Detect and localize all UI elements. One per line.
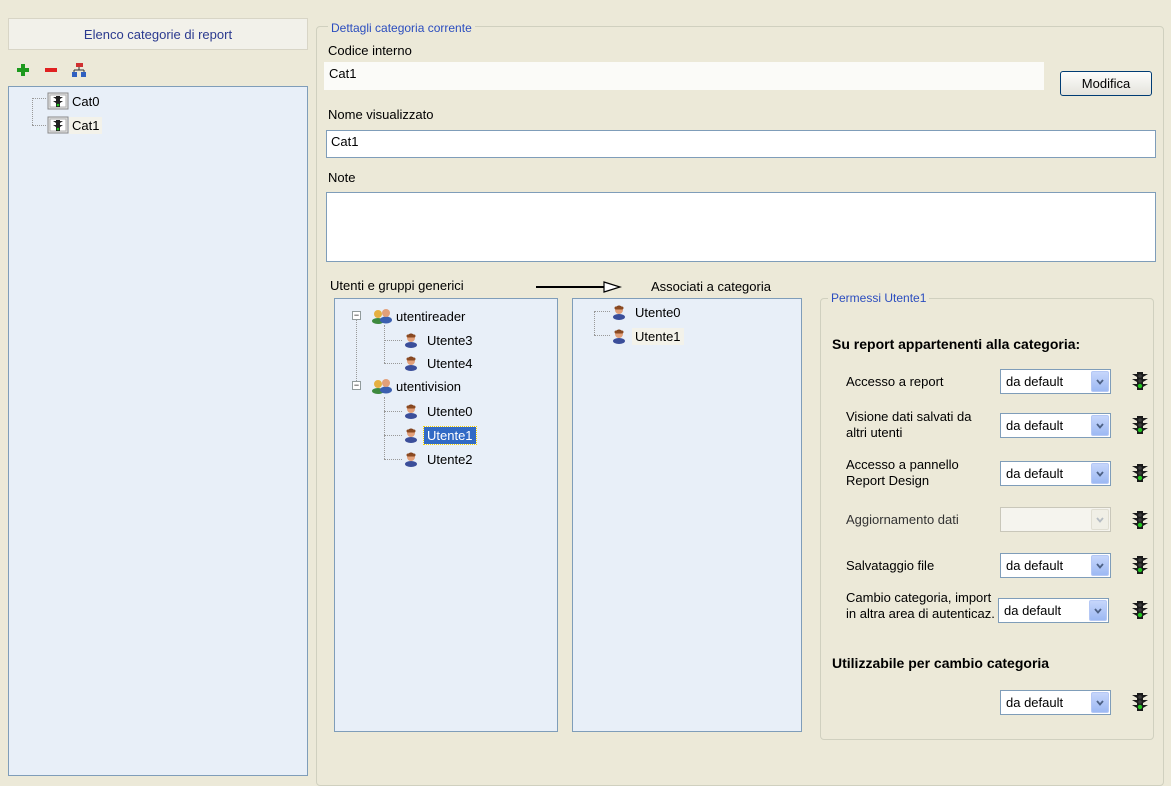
- user-label: Utente0: [427, 403, 473, 419]
- category-toolbar: [14, 58, 88, 82]
- user-icon: [403, 451, 419, 467]
- permissions-legend: Permessi Utente1: [828, 291, 930, 305]
- select-value: da default: [1006, 695, 1064, 710]
- notes-label: Note: [328, 170, 356, 185]
- display-name-label: Nome visualizzato: [328, 107, 434, 122]
- select-value: da default: [1006, 466, 1064, 481]
- chevron-down-icon[interactable]: [1091, 415, 1109, 436]
- category-icon: [47, 92, 69, 110]
- category-list-header: Elenco categorie di report: [8, 18, 308, 50]
- user-icon: [403, 403, 419, 419]
- group-icon: [371, 308, 393, 324]
- permission-select[interactable]: da default: [1000, 369, 1111, 394]
- permission-label: Aggiornamento dati: [846, 512, 959, 527]
- arrow-right-icon: [536, 281, 623, 293]
- user-icon: [403, 332, 419, 348]
- traffic-light-icon[interactable]: [1130, 370, 1150, 392]
- change-category-title: Utilizzabile per cambio categoria: [832, 655, 1050, 671]
- remove-icon[interactable]: [42, 61, 60, 79]
- group-label: utentivision: [396, 378, 462, 394]
- permission-label: Accesso a report: [846, 374, 944, 389]
- permission-label: Accesso a pannello Report Design: [846, 457, 959, 488]
- user-icon: [403, 355, 419, 371]
- tree-item-cat1[interactable]: Cat1: [47, 116, 103, 134]
- tree-item-label: Cat0: [72, 93, 100, 109]
- user-label: Utente2: [427, 451, 473, 467]
- associated-users-label: Associati a categoria: [651, 279, 771, 294]
- permission-select-disabled: [1000, 507, 1111, 532]
- collapse-icon[interactable]: −: [352, 381, 361, 390]
- user-item-selected[interactable]: Utente1: [403, 425, 477, 445]
- traffic-light-icon[interactable]: [1130, 462, 1150, 484]
- category-icon: [47, 116, 69, 134]
- user-label: Utente1: [632, 327, 684, 345]
- generic-users-tree[interactable]: − utentireader Utente3 Utente4 − utentiv…: [334, 298, 558, 732]
- user-label: Utente1: [423, 425, 477, 445]
- user-icon: [403, 427, 419, 443]
- permissions-section-title: Su report appartenenti alla categoria:: [832, 336, 1081, 352]
- collapse-icon[interactable]: −: [352, 311, 361, 320]
- chevron-down-icon[interactable]: [1089, 600, 1107, 621]
- tree-item-cat0[interactable]: Cat0: [47, 92, 102, 110]
- chevron-down-icon[interactable]: [1091, 555, 1109, 576]
- select-value: da default: [1006, 558, 1064, 573]
- internal-code-label: Codice interno: [328, 43, 412, 58]
- internal-code-field: Cat1: [324, 62, 1044, 90]
- select-value: da default: [1004, 603, 1062, 618]
- user-item[interactable]: Utente4: [403, 354, 476, 372]
- display-name-field[interactable]: Cat1: [326, 130, 1156, 158]
- associated-users-tree[interactable]: Utente0 Utente1: [572, 298, 802, 732]
- group-item-utentivision[interactable]: utentivision: [371, 377, 464, 395]
- user-icon: [611, 304, 627, 320]
- user-label: Utente4: [427, 355, 473, 371]
- group-icon: [371, 378, 393, 394]
- traffic-light-icon[interactable]: [1130, 691, 1150, 713]
- user-item[interactable]: Utente2: [403, 450, 476, 468]
- notes-field[interactable]: [326, 192, 1156, 262]
- traffic-light-icon[interactable]: [1130, 599, 1150, 621]
- user-label: Utente3: [427, 332, 473, 348]
- hierarchy-icon[interactable]: [70, 61, 88, 79]
- chevron-down-icon[interactable]: [1091, 692, 1109, 713]
- user-item[interactable]: Utente0: [403, 402, 476, 420]
- modify-button[interactable]: Modifica: [1060, 71, 1152, 96]
- user-label: Utente0: [635, 304, 681, 320]
- permission-select[interactable]: da default: [1000, 553, 1111, 578]
- category-list-title: Elenco categorie di report: [83, 26, 233, 42]
- category-tree[interactable]: Cat0 Cat1: [8, 86, 308, 776]
- traffic-light-icon[interactable]: [1130, 414, 1150, 436]
- permission-label: Cambio categoria, import in altra area d…: [846, 590, 995, 621]
- permission-select[interactable]: da default: [998, 598, 1109, 623]
- details-legend: Dettagli categoria corrente: [328, 21, 475, 35]
- generic-users-label: Utenti e gruppi generici: [330, 278, 464, 293]
- permission-select[interactable]: da default: [1000, 413, 1111, 438]
- add-icon[interactable]: [14, 61, 32, 79]
- traffic-light-icon[interactable]: [1130, 509, 1150, 531]
- select-value: da default: [1006, 374, 1064, 389]
- group-item-utentireader[interactable]: utentireader: [371, 307, 468, 325]
- user-item[interactable]: Utente3: [403, 331, 476, 349]
- chevron-down-icon[interactable]: [1091, 371, 1109, 392]
- tree-item-label: Cat1: [69, 116, 103, 134]
- chevron-down-icon[interactable]: [1091, 463, 1109, 484]
- group-label: utentireader: [396, 308, 466, 324]
- associated-user-item[interactable]: Utente0: [611, 303, 684, 321]
- permission-label: Visione dati salvati da altri utenti: [846, 409, 972, 440]
- user-icon: [611, 328, 627, 344]
- permission-label: Salvataggio file: [846, 558, 935, 573]
- permission-select[interactable]: da default: [1000, 461, 1111, 486]
- chevron-down-icon: [1091, 509, 1109, 530]
- associated-user-item[interactable]: Utente1: [611, 327, 684, 345]
- select-value: da default: [1006, 418, 1064, 433]
- traffic-light-icon[interactable]: [1130, 554, 1150, 576]
- change-category-select[interactable]: da default: [1000, 690, 1111, 715]
